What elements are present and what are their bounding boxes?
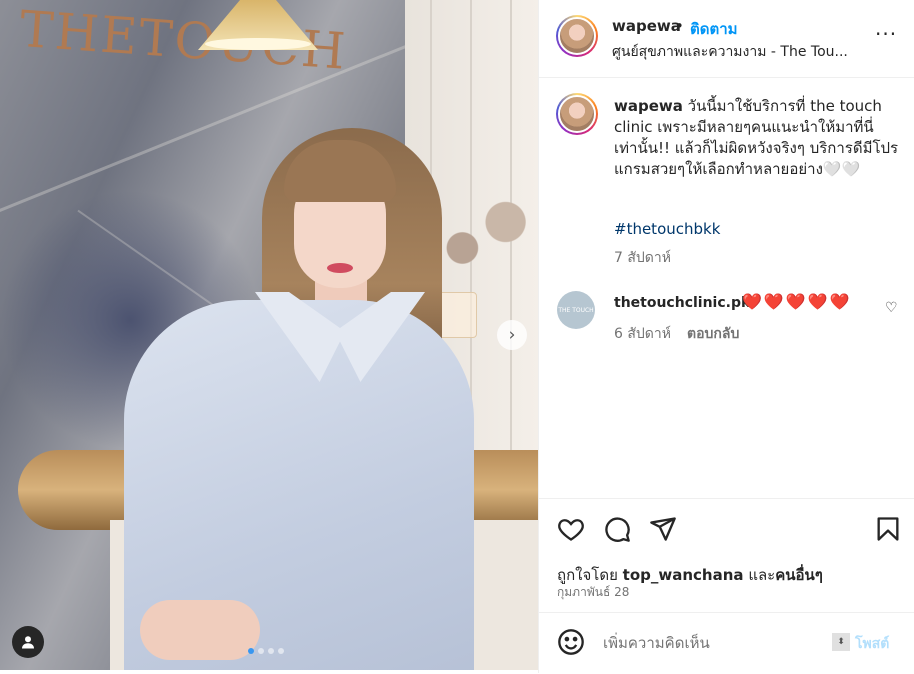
person-lips bbox=[327, 263, 353, 273]
add-comment-bar: ⬍ โพสต์ bbox=[539, 612, 914, 674]
location-link[interactable]: ศูนย์สุขภาพและความงาม - The Tou... bbox=[612, 41, 848, 63]
commenter-avatar[interactable]: THE TOUCH bbox=[557, 291, 595, 329]
likes-and: และ bbox=[748, 566, 776, 584]
share-icon[interactable] bbox=[649, 515, 677, 543]
commenter-username[interactable]: thetouchclinic.pk bbox=[614, 295, 750, 311]
caption-avatar[interactable] bbox=[556, 93, 598, 135]
likes-prefix: ถูกใจโดย bbox=[557, 566, 618, 584]
comment-text: ❤️❤️❤️❤️❤️ bbox=[742, 292, 852, 311]
post-date[interactable]: กุมภาพันธ์ 28 bbox=[557, 583, 629, 602]
bookmark-icon[interactable] bbox=[874, 515, 902, 543]
follow-button[interactable]: ติดตาม bbox=[690, 17, 738, 41]
carousel-indicator bbox=[248, 648, 284, 654]
tagged-users-button[interactable] bbox=[12, 626, 44, 658]
comment-input[interactable] bbox=[601, 627, 825, 659]
liker-username[interactable]: top_wanchana bbox=[623, 566, 744, 584]
carousel-dot bbox=[268, 648, 274, 654]
emoji-icon[interactable] bbox=[557, 628, 585, 656]
author-username[interactable]: wapewa bbox=[612, 17, 681, 35]
caption-username[interactable]: wapewa bbox=[614, 97, 683, 115]
post-header: wapewa • ติดตาม ศูนย์สุขภาพและความงาม - … bbox=[539, 0, 914, 78]
post-comment-button[interactable]: โพสต์ bbox=[855, 633, 889, 655]
likes-others-link[interactable]: คนอื่นๆ bbox=[775, 566, 823, 584]
author-avatar[interactable] bbox=[556, 15, 598, 57]
carousel-dot bbox=[278, 648, 284, 654]
post-details-panel: wapewa • ติดตาม ศูนย์สุขภาพและความงาม - … bbox=[538, 0, 914, 673]
caption-timestamp[interactable]: 7 สัปดาห์ bbox=[614, 247, 671, 269]
resize-grip-icon[interactable]: ⬍ bbox=[832, 633, 850, 651]
comment-like-icon[interactable]: ♡ bbox=[885, 300, 898, 316]
hashtag-link[interactable]: #thetouchbkk bbox=[614, 220, 720, 238]
lamp-glow bbox=[205, 38, 311, 50]
reply-button[interactable]: ตอบกลับ bbox=[687, 323, 739, 345]
comment-icon[interactable] bbox=[603, 515, 631, 543]
post-photo[interactable]: THETOUCH › bbox=[0, 0, 538, 670]
person-hands bbox=[140, 600, 260, 660]
action-bar bbox=[539, 498, 914, 554]
separator-dot: • bbox=[675, 17, 684, 35]
comment-timestamp[interactable]: 6 สัปดาห์ bbox=[614, 323, 671, 345]
user-icon bbox=[22, 636, 34, 649]
dried-flowers bbox=[430, 170, 538, 300]
next-image-button[interactable]: › bbox=[497, 320, 527, 350]
carousel-dot bbox=[258, 648, 264, 654]
more-options-icon[interactable]: ··· bbox=[875, 22, 897, 46]
chevron-right-icon: › bbox=[508, 325, 516, 345]
heart-icon[interactable] bbox=[557, 515, 585, 543]
vase bbox=[437, 292, 477, 338]
caption-text-block: wapewa วันนี้มาใช้บริการที่ the touch cl… bbox=[614, 96, 904, 180]
carousel-dot bbox=[248, 648, 254, 654]
